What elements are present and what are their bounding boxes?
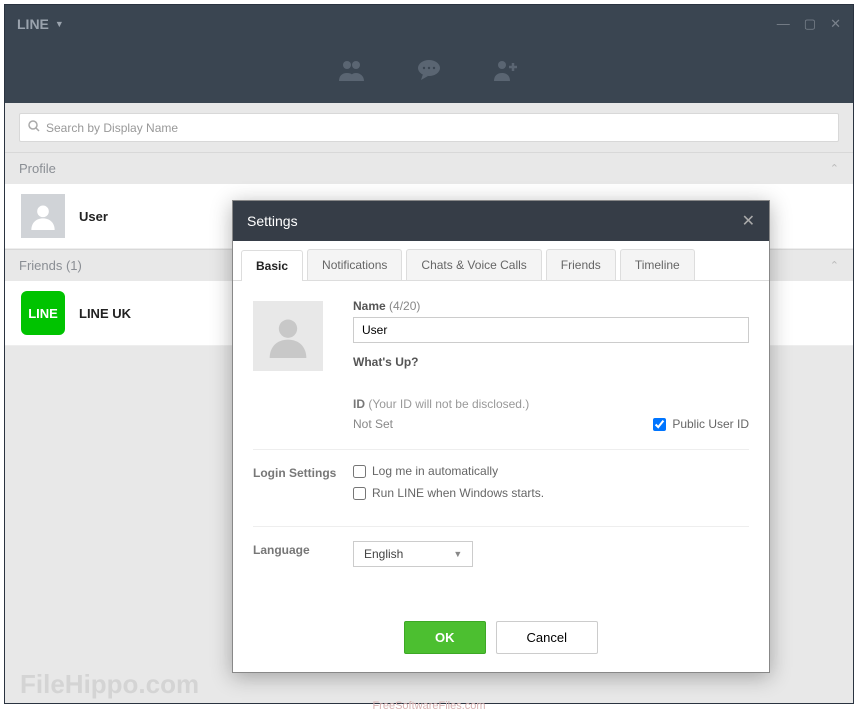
app-title: LINE <box>17 16 49 32</box>
id-value: Not Set <box>353 417 393 431</box>
search-field[interactable] <box>19 113 839 142</box>
tabs: Basic Notifications Chats & Voice Calls … <box>233 241 769 281</box>
cancel-button[interactable]: Cancel <box>496 621 598 654</box>
collapse-icon[interactable]: ⌃ <box>830 259 839 272</box>
profile-section-header: Profile ⌃ <box>5 152 853 184</box>
top-nav <box>5 43 853 103</box>
friend-name: LINE UK <box>79 306 131 321</box>
minimize-button[interactable]: — <box>777 16 790 32</box>
modal-header: Settings ✕ <box>233 201 769 241</box>
profile-section-label: Profile <box>19 161 56 176</box>
search-input[interactable] <box>46 121 830 135</box>
titlebar: LINE ▼ — ▢ ✕ <box>5 5 853 43</box>
watermark-secondary: FreeSoftwareFiles.com <box>372 700 485 712</box>
chevron-down-icon: ▼ <box>55 19 64 29</box>
divider <box>253 526 749 527</box>
id-value-row: Not Set Public User ID <box>353 417 749 431</box>
id-label-row: ID (Your ID will not be disclosed.) <box>353 397 749 411</box>
divider <box>253 449 749 450</box>
run-on-startup-checkbox[interactable]: Run LINE when Windows starts. <box>353 486 749 500</box>
chat-icon[interactable] <box>417 59 441 87</box>
chevron-down-icon: ▼ <box>453 549 462 559</box>
tab-basic[interactable]: Basic <box>241 250 303 281</box>
tab-timeline[interactable]: Timeline <box>620 249 695 280</box>
settings-modal: Settings ✕ Basic Notifications Chats & V… <box>232 200 770 673</box>
search-icon <box>28 120 40 135</box>
maximize-button[interactable]: ▢ <box>804 16 816 32</box>
tab-notifications[interactable]: Notifications <box>307 249 402 280</box>
watermark: FileHippo.com <box>20 669 199 700</box>
search-bar <box>5 103 853 152</box>
login-settings-label: Login Settings <box>253 464 353 508</box>
close-button[interactable]: ✕ <box>830 16 841 32</box>
close-icon[interactable]: ✕ <box>742 211 755 231</box>
friends-icon[interactable] <box>339 59 365 87</box>
line-logo-icon: LINE <box>21 291 65 335</box>
tab-chats[interactable]: Chats & Voice Calls <box>406 249 541 280</box>
window-controls: — ▢ ✕ <box>777 16 841 32</box>
ok-button[interactable]: OK <box>404 621 486 654</box>
modal-footer: OK Cancel <box>233 603 769 672</box>
language-select[interactable]: English ▼ <box>353 541 473 567</box>
name-field-label: Name (4/20) <box>353 299 749 313</box>
modal-title: Settings <box>247 213 298 229</box>
modal-body: Name (4/20) What's Up? ID (Your ID will … <box>233 281 769 603</box>
language-value: English <box>364 547 403 561</box>
collapse-icon[interactable]: ⌃ <box>830 162 839 175</box>
tab-friends[interactable]: Friends <box>546 249 616 280</box>
profile-avatar[interactable] <box>253 301 323 371</box>
add-friend-icon[interactable] <box>493 59 519 87</box>
auto-login-checkbox[interactable]: Log me in automatically <box>353 464 749 478</box>
app-menu[interactable]: LINE ▼ <box>17 16 64 32</box>
friends-section-label: Friends (1) <box>19 258 82 273</box>
language-label: Language <box>253 541 353 567</box>
profile-name: User <box>79 209 108 224</box>
avatar <box>21 194 65 238</box>
name-input[interactable] <box>353 317 749 343</box>
public-id-checkbox[interactable]: Public User ID <box>653 417 749 431</box>
whatsup-label[interactable]: What's Up? <box>353 355 749 369</box>
